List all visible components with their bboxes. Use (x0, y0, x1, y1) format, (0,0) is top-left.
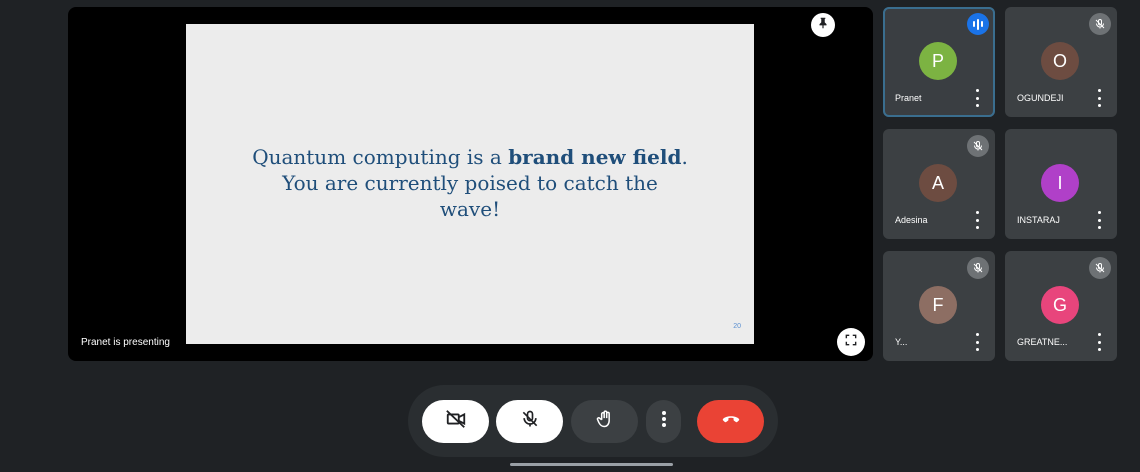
end-call-button[interactable] (697, 400, 764, 443)
presenter-label: Pranet is presenting (81, 337, 170, 348)
call-controls (408, 385, 778, 457)
presentation-slide: Quantum computing is a brand new field. … (186, 24, 754, 344)
avatar: G (1041, 286, 1079, 324)
pin-button[interactable] (811, 13, 835, 37)
camera-toggle-button[interactable] (422, 400, 489, 443)
participant-name: Adesina (895, 215, 928, 225)
mic-off-icon (520, 409, 540, 434)
slide-text-plain: Quantum computing is a (252, 145, 509, 169)
camera-off-icon (445, 408, 467, 435)
participant-tile[interactable]: O OGUNDEJI (1005, 7, 1117, 117)
raise-hand-button[interactable] (571, 400, 638, 443)
participant-tile[interactable]: F Y... (883, 251, 995, 361)
slide-text-line-3: wave! (439, 197, 501, 221)
home-indicator (510, 463, 673, 466)
participant-tile[interactable]: I INSTARAJ (1005, 129, 1117, 239)
end-call-icon (720, 408, 742, 435)
avatar: O (1041, 42, 1079, 80)
fullscreen-button[interactable] (837, 328, 865, 356)
participant-name: Pranet (895, 93, 922, 103)
speaking-indicator-icon (967, 13, 989, 35)
mic-toggle-button[interactable] (496, 400, 563, 443)
participant-name: Y... (895, 337, 908, 347)
more-options-button[interactable] (646, 400, 681, 443)
slide-text: Quantum computing is a brand new field. … (186, 144, 754, 222)
avatar: I (1041, 164, 1079, 202)
slide-text-line-1: Quantum computing is a brand new field. (252, 145, 688, 169)
slide-page-number: 20 (733, 323, 741, 330)
participant-name: GREATNE... (1017, 337, 1068, 347)
avatar: P (919, 42, 957, 80)
participant-name: INSTARAJ (1017, 215, 1060, 225)
slide-text-line-2: You are currently poised to catch the (282, 171, 658, 195)
more-icon[interactable] (973, 333, 981, 351)
avatar: F (919, 286, 957, 324)
presentation-stage: Quantum computing is a brand new field. … (68, 7, 873, 361)
raise-hand-icon (595, 409, 615, 434)
slide-text-period: . (681, 145, 688, 169)
avatar: A (919, 164, 957, 202)
mic-off-icon (967, 257, 989, 279)
participant-name: OGUNDEJI (1017, 93, 1064, 103)
more-icon[interactable] (973, 211, 981, 229)
slide-text-bold: brand new field (508, 145, 682, 169)
pin-icon (816, 16, 830, 35)
fullscreen-icon (844, 333, 858, 352)
participant-tile[interactable]: P Pranet (883, 7, 995, 117)
more-icon[interactable] (973, 89, 981, 107)
top-bar (0, 0, 1140, 4)
mic-off-icon (1089, 257, 1111, 279)
mic-off-icon (967, 135, 989, 157)
more-icon[interactable] (1095, 211, 1103, 229)
more-options-icon (661, 410, 667, 433)
mic-off-icon (1089, 13, 1111, 35)
participant-tile[interactable]: G GREATNE... (1005, 251, 1117, 361)
more-icon[interactable] (1095, 89, 1103, 107)
more-icon[interactable] (1095, 333, 1103, 351)
participant-tile[interactable]: A Adesina (883, 129, 995, 239)
